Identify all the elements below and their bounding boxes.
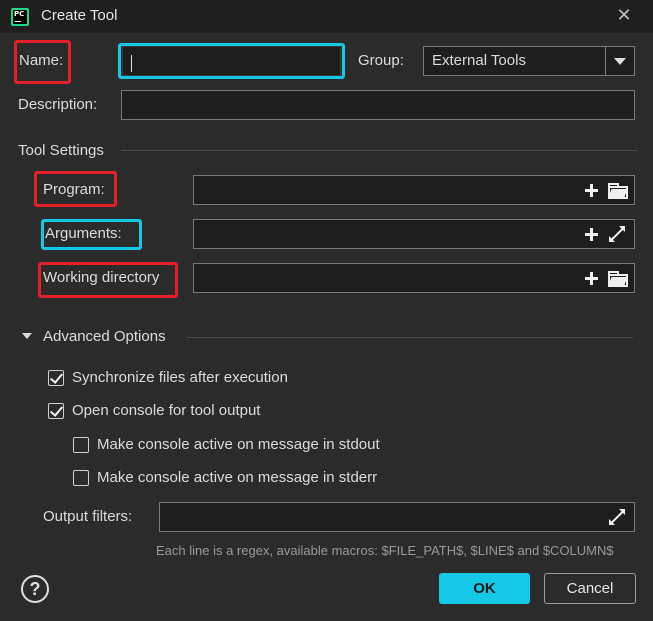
annotation-box-name — [14, 40, 71, 84]
checkbox-active-stdout[interactable] — [73, 437, 89, 453]
advanced-options-toggle[interactable]: Advanced Options — [43, 328, 166, 345]
annotation-box-working-directory — [38, 262, 178, 298]
group-select-value: External Tools — [432, 52, 526, 69]
plus-icon[interactable] — [585, 272, 598, 285]
checkbox-active-stderr[interactable] — [73, 470, 89, 486]
checkbox-synchronize-files-label[interactable]: Synchronize files after execution — [72, 369, 288, 386]
output-filters-label: Output filters: — [43, 508, 133, 525]
ok-button[interactable]: OK — [439, 573, 530, 604]
plus-icon[interactable] — [585, 184, 598, 197]
description-input[interactable] — [121, 90, 635, 120]
output-filters-input[interactable] — [159, 502, 635, 532]
program-input[interactable] — [193, 175, 635, 205]
section-divider — [187, 337, 633, 338]
plus-icon[interactable] — [585, 228, 598, 241]
group-select[interactable]: External Tools — [423, 46, 635, 76]
close-icon[interactable]: ✕ — [612, 4, 636, 28]
output-filters-hint: Each line is a regex, available macros: … — [156, 543, 614, 558]
section-divider — [121, 150, 637, 151]
pycharm-app-icon: PC — [11, 8, 29, 26]
checkbox-active-stdout-label[interactable]: Make console active on message in stdout — [97, 436, 380, 453]
checkbox-open-console-label[interactable]: Open console for tool output — [72, 402, 260, 419]
annotation-box-name-input — [118, 43, 345, 79]
title-bar: PC Create Tool ✕ — [0, 0, 653, 33]
group-label: Group: — [358, 52, 404, 69]
folder-icon[interactable] — [608, 271, 628, 287]
checkbox-synchronize-files[interactable] — [48, 370, 64, 386]
expand-icon[interactable] — [609, 509, 625, 525]
annotation-box-arguments — [41, 219, 142, 250]
folder-icon[interactable] — [608, 183, 628, 199]
help-icon[interactable]: ? — [21, 575, 49, 603]
checkbox-active-stderr-label[interactable]: Make console active on message in stderr — [97, 469, 377, 486]
arguments-input[interactable] — [193, 219, 635, 249]
window-title: Create Tool — [41, 7, 118, 24]
working-directory-input[interactable] — [193, 263, 635, 293]
tool-settings-heading: Tool Settings — [18, 142, 104, 159]
triangle-down-icon[interactable] — [22, 333, 32, 339]
annotation-box-program — [34, 171, 117, 207]
chevron-down-icon — [614, 58, 626, 65]
cancel-button[interactable]: Cancel — [544, 573, 636, 604]
expand-icon[interactable] — [609, 226, 625, 242]
description-label: Description: — [18, 96, 98, 113]
checkbox-open-console[interactable] — [48, 403, 64, 419]
group-dropdown-button[interactable] — [605, 47, 634, 75]
